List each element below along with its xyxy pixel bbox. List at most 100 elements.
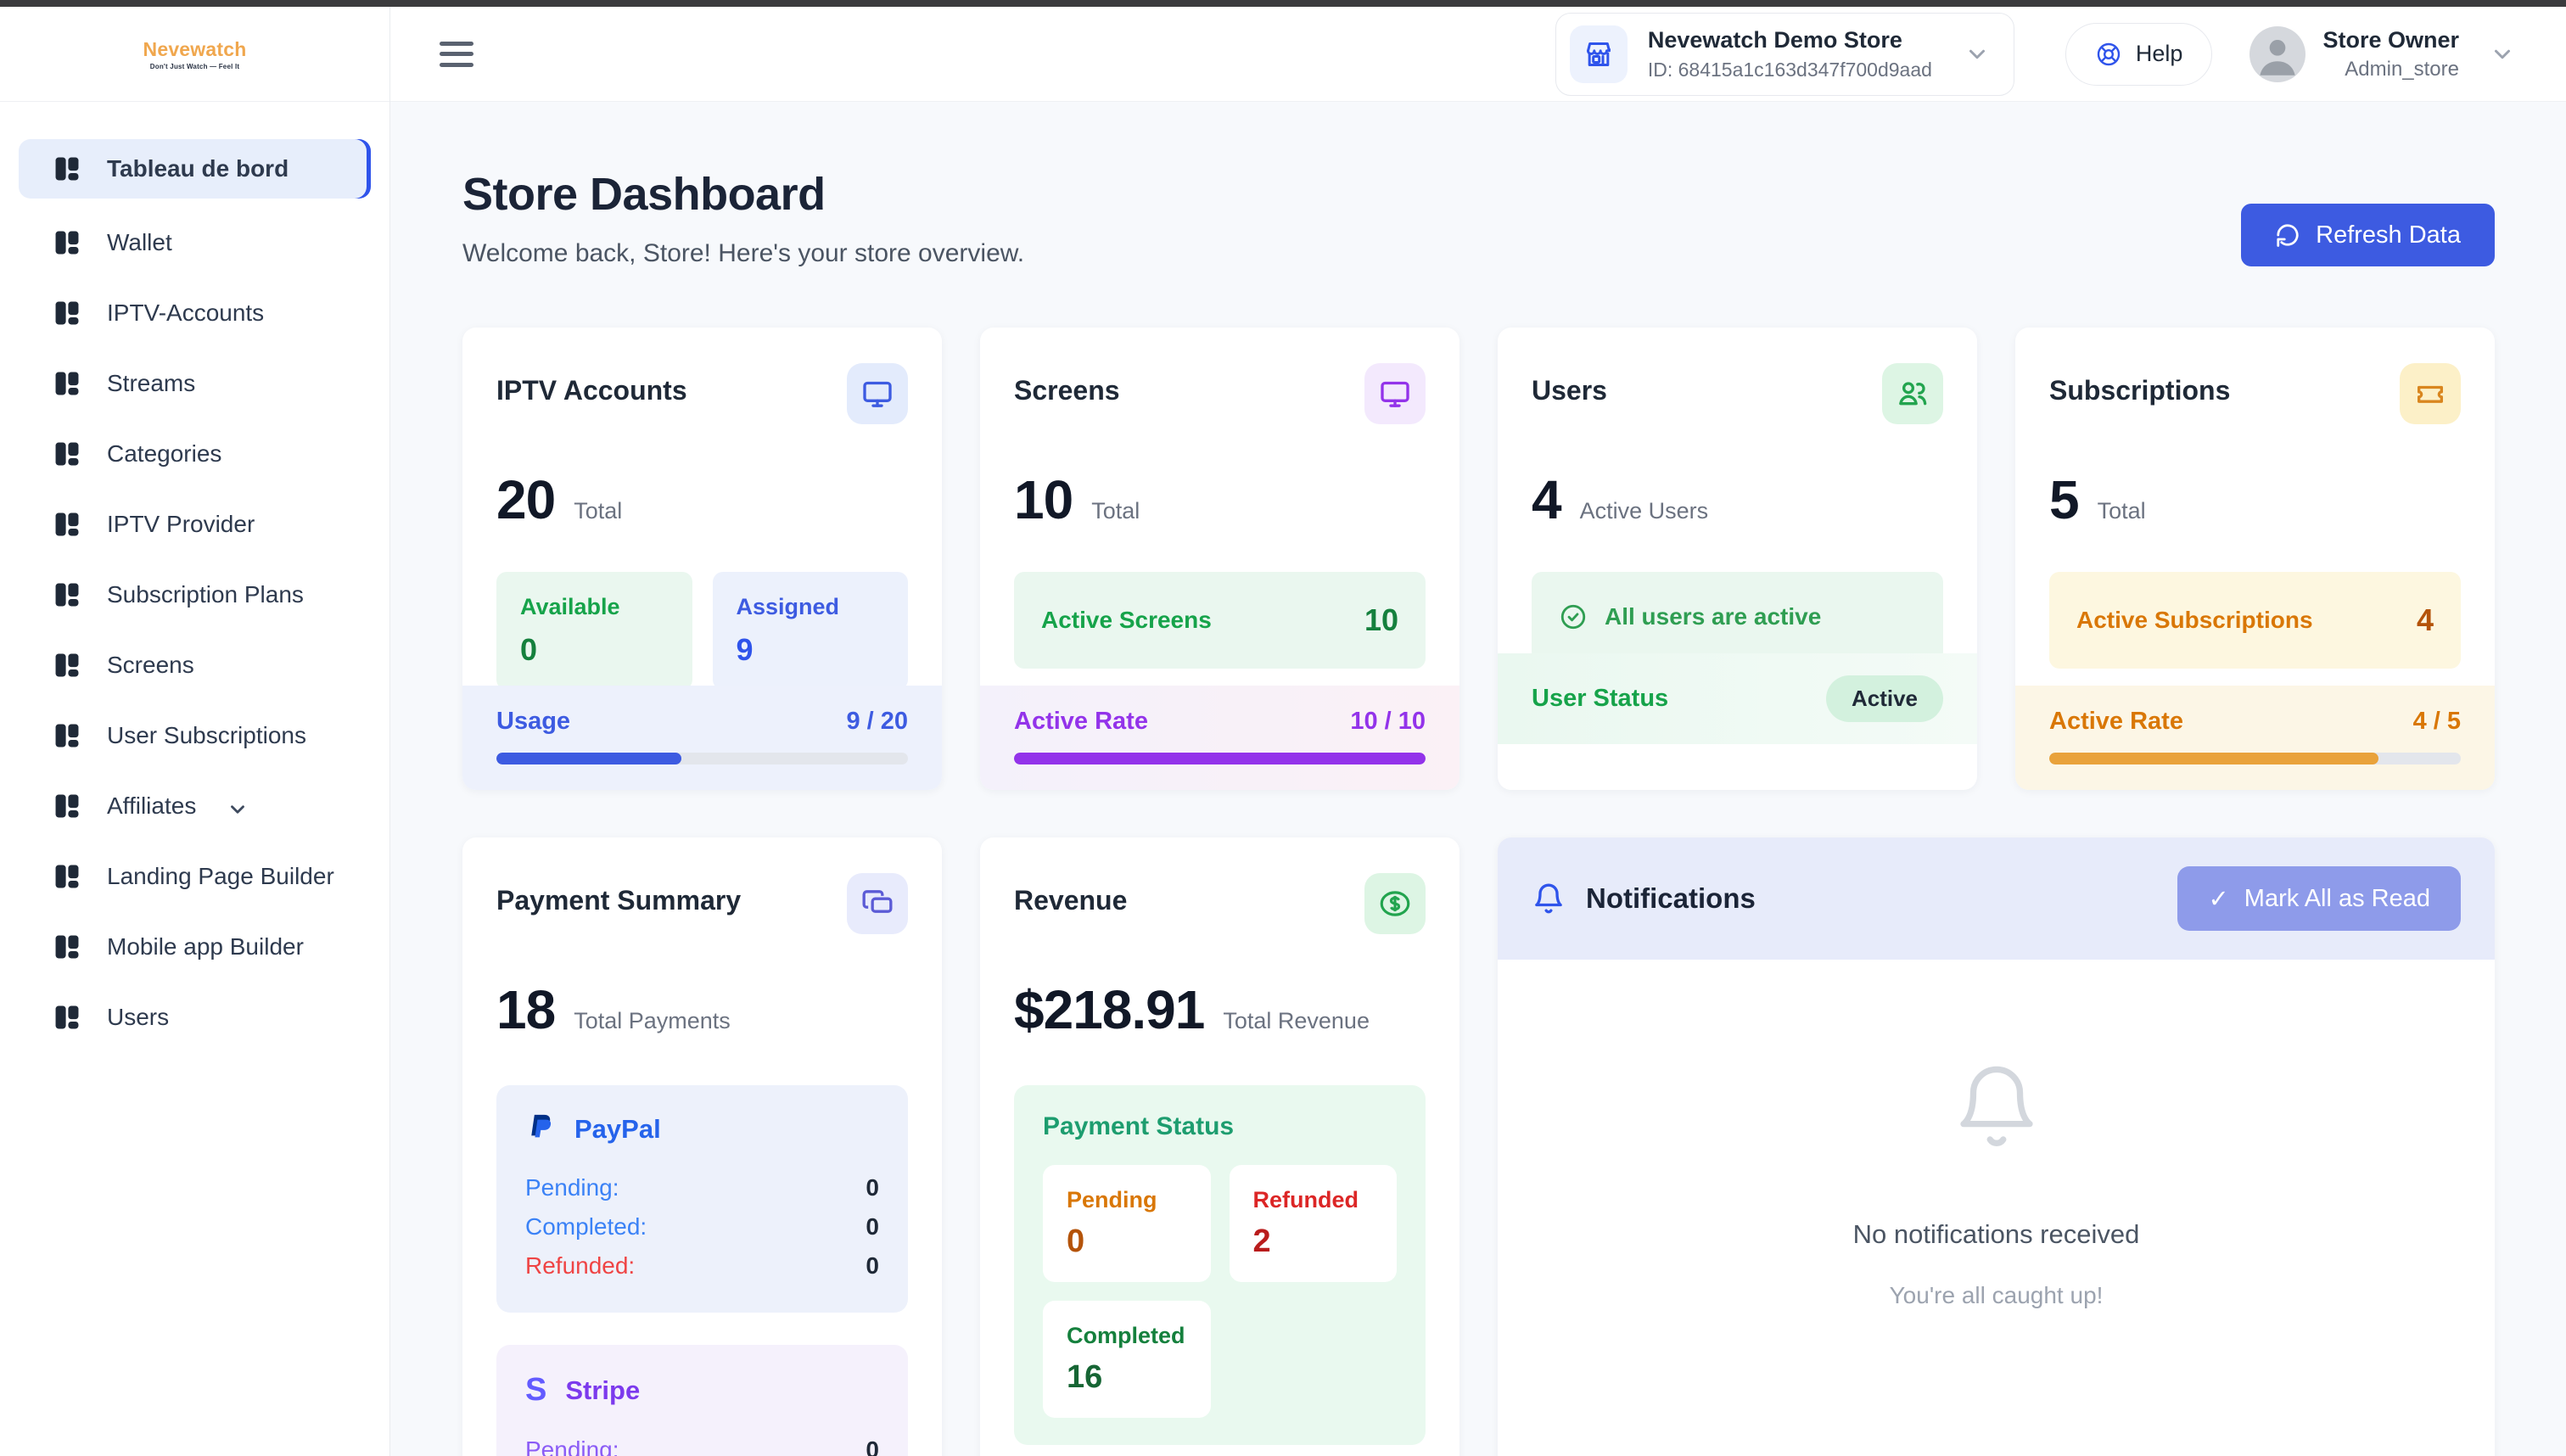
bell-icon xyxy=(1532,882,1566,916)
sidebar-item-streams[interactable]: Streams xyxy=(19,357,371,410)
help-button[interactable]: Help xyxy=(2065,23,2213,86)
chevron-down-icon xyxy=(1964,42,1990,67)
avatar xyxy=(2249,26,2305,82)
sidebar-item-label: Wallet xyxy=(107,229,172,256)
logo: Nevewatch Don't Just Watch — Feel It xyxy=(0,7,389,102)
dashboard-icon xyxy=(53,369,81,398)
storefront-icon xyxy=(1570,25,1628,83)
sidebar-item-iptv-accounts[interactable]: IPTV-Accounts xyxy=(19,287,371,339)
sidebar-item-user-subscriptions[interactable]: User Subscriptions xyxy=(19,709,371,762)
active-screens-value: 10 xyxy=(1364,602,1398,638)
content: Store Dashboard Welcome back, Store! Her… xyxy=(390,102,2566,1456)
sidebar-item-wallet[interactable]: Wallet xyxy=(19,216,371,269)
sidebar-item-iptv-provider[interactable]: IPTV Provider xyxy=(19,498,371,551)
sidebar-item-label: Subscription Plans xyxy=(107,581,304,608)
sidebar-item-landing-page-builder[interactable]: Landing Page Builder xyxy=(19,850,371,903)
dashboard-icon xyxy=(53,721,81,750)
paypal-pending-row: Pending: 0 xyxy=(525,1168,879,1207)
available-box: Available 0 xyxy=(496,572,692,690)
main-column: Nevewatch Demo Store ID: 68415a1c163d347… xyxy=(390,7,2566,1456)
card-title: Subscriptions xyxy=(2049,375,2230,406)
sidebar-item-label: Screens xyxy=(107,652,194,679)
dashboard-icon xyxy=(53,792,81,820)
pending-cell: Pending 0 xyxy=(1043,1165,1211,1282)
refresh-icon xyxy=(2275,222,2300,248)
paypal-summary-box: PayPal Pending: 0 Completed: 0 xyxy=(496,1085,908,1313)
subscriptions-total: 5 xyxy=(2049,468,2079,531)
card-title: Screens xyxy=(1014,375,1120,406)
page-subtitle: Welcome back, Store! Here's your store o… xyxy=(462,239,1024,268)
sidebar-item-label: Streams xyxy=(107,370,195,397)
hamburger-menu-icon[interactable] xyxy=(440,42,473,67)
mark-all-read-button[interactable]: ✓ Mark All as Read xyxy=(2177,866,2461,931)
users-status-note: All users are active xyxy=(1605,603,1821,630)
subs-active-rate-value: 4 / 5 xyxy=(2413,708,2461,736)
sidebar-item-dashboard[interactable]: Tableau de bord xyxy=(19,139,371,199)
sidebar-item-label: IPTV Provider xyxy=(107,511,255,538)
subs-active-rate-footer: Active Rate 4 / 5 xyxy=(2015,686,2495,790)
profile-info: Store Owner Admin_store xyxy=(2322,27,2459,81)
store-id: ID: 68415a1c163d347f700d9aad xyxy=(1648,59,1932,81)
assigned-value: 9 xyxy=(737,632,885,668)
chevron-down-icon xyxy=(227,798,249,820)
screens-card: Screens 10 Total Active Screens 10 xyxy=(980,328,1459,790)
users-card: Users 4 Active Users All users are activ… xyxy=(1498,328,1977,790)
revenue-card: Revenue $218.91 Total Revenue Payment St… xyxy=(980,837,1459,1456)
sidebar-item-label: Affiliates xyxy=(107,792,196,820)
ticket-icon xyxy=(2400,363,2461,424)
empty-subtitle: You're all caught up! xyxy=(1890,1282,2104,1309)
card-title: Payment Summary xyxy=(496,885,741,916)
logo-title: Nevewatch xyxy=(143,38,247,61)
sidebar-item-label: Landing Page Builder xyxy=(107,863,334,890)
stats-row: IPTV Accounts 20 Total Available 0 xyxy=(462,328,2495,790)
sidebar-item-users[interactable]: Users xyxy=(19,991,371,1044)
sidebar-item-label: User Subscriptions xyxy=(107,722,306,749)
total-revenue: $218.91 xyxy=(1014,978,1204,1041)
browser-chrome-strip xyxy=(0,0,2566,7)
dashboard-icon xyxy=(53,440,81,468)
screens-total: 10 xyxy=(1014,468,1073,531)
subs-rate-progress-bar xyxy=(2049,753,2461,764)
dashboard-icon xyxy=(53,154,81,183)
dashboard-icon xyxy=(53,299,81,328)
active-subscriptions-value: 4 xyxy=(2417,602,2434,638)
iptv-accounts-card: IPTV Accounts 20 Total Available 0 xyxy=(462,328,942,790)
stripe-icon: S xyxy=(525,1372,546,1408)
usage-value: 9 / 20 xyxy=(846,708,908,736)
monitor-icon xyxy=(847,363,908,424)
user-status-footer: User Status Active xyxy=(1498,653,1977,744)
check-icon: ✓ xyxy=(2208,884,2228,914)
dashboard-icon xyxy=(53,862,81,891)
check-circle-icon xyxy=(1559,602,1588,631)
refresh-label: Refresh Data xyxy=(2316,221,2461,249)
active-rate-progress-bar xyxy=(1014,753,1426,764)
page-title: Store Dashboard xyxy=(462,168,1024,221)
sidebar-item-affiliates[interactable]: Affiliates xyxy=(19,780,371,832)
active-rate-footer: Active Rate 10 / 10 xyxy=(980,686,1459,790)
dashboard-icon xyxy=(53,1003,81,1032)
dashboard-icon xyxy=(53,932,81,961)
bell-outline-icon xyxy=(1950,1060,2043,1153)
available-value: 0 xyxy=(520,632,669,668)
sidebar-item-label: IPTV-Accounts xyxy=(107,300,264,327)
topbar: Nevewatch Demo Store ID: 68415a1c163d347… xyxy=(390,7,2566,102)
sidebar-item-subscription-plans[interactable]: Subscription Plans xyxy=(19,568,371,621)
sidebar-item-label: Mobile app Builder xyxy=(107,933,304,960)
sidebar-item-categories[interactable]: Categories xyxy=(19,428,371,480)
refunded-cell: Refunded 2 xyxy=(1230,1165,1398,1282)
stripe-pending-row: Pending: 0 xyxy=(525,1431,879,1456)
sidebar-item-mobile-app-builder[interactable]: Mobile app Builder xyxy=(19,921,371,973)
dashboard-icon xyxy=(53,510,81,539)
lower-row: Payment Summary 18 Total Payments PayPal xyxy=(462,837,2495,1456)
app-shell: Nevewatch Don't Just Watch — Feel It Tab… xyxy=(0,7,2566,1456)
profile-menu[interactable]: Store Owner Admin_store xyxy=(2249,26,2515,82)
notifications-empty-state: No notifications received You're all cau… xyxy=(1498,960,2495,1456)
store-selector[interactable]: Nevewatch Demo Store ID: 68415a1c163d347… xyxy=(1555,13,2014,96)
assigned-box: Assigned 9 xyxy=(713,572,909,690)
sidebar-item-screens[interactable]: Screens xyxy=(19,639,371,692)
dashboard-icon xyxy=(53,228,81,257)
refresh-data-button[interactable]: Refresh Data xyxy=(2241,204,2495,266)
users-status-note-box: All users are active xyxy=(1532,572,1943,662)
dashboard-icon xyxy=(53,651,81,680)
store-info: Nevewatch Demo Store ID: 68415a1c163d347… xyxy=(1648,27,1932,81)
